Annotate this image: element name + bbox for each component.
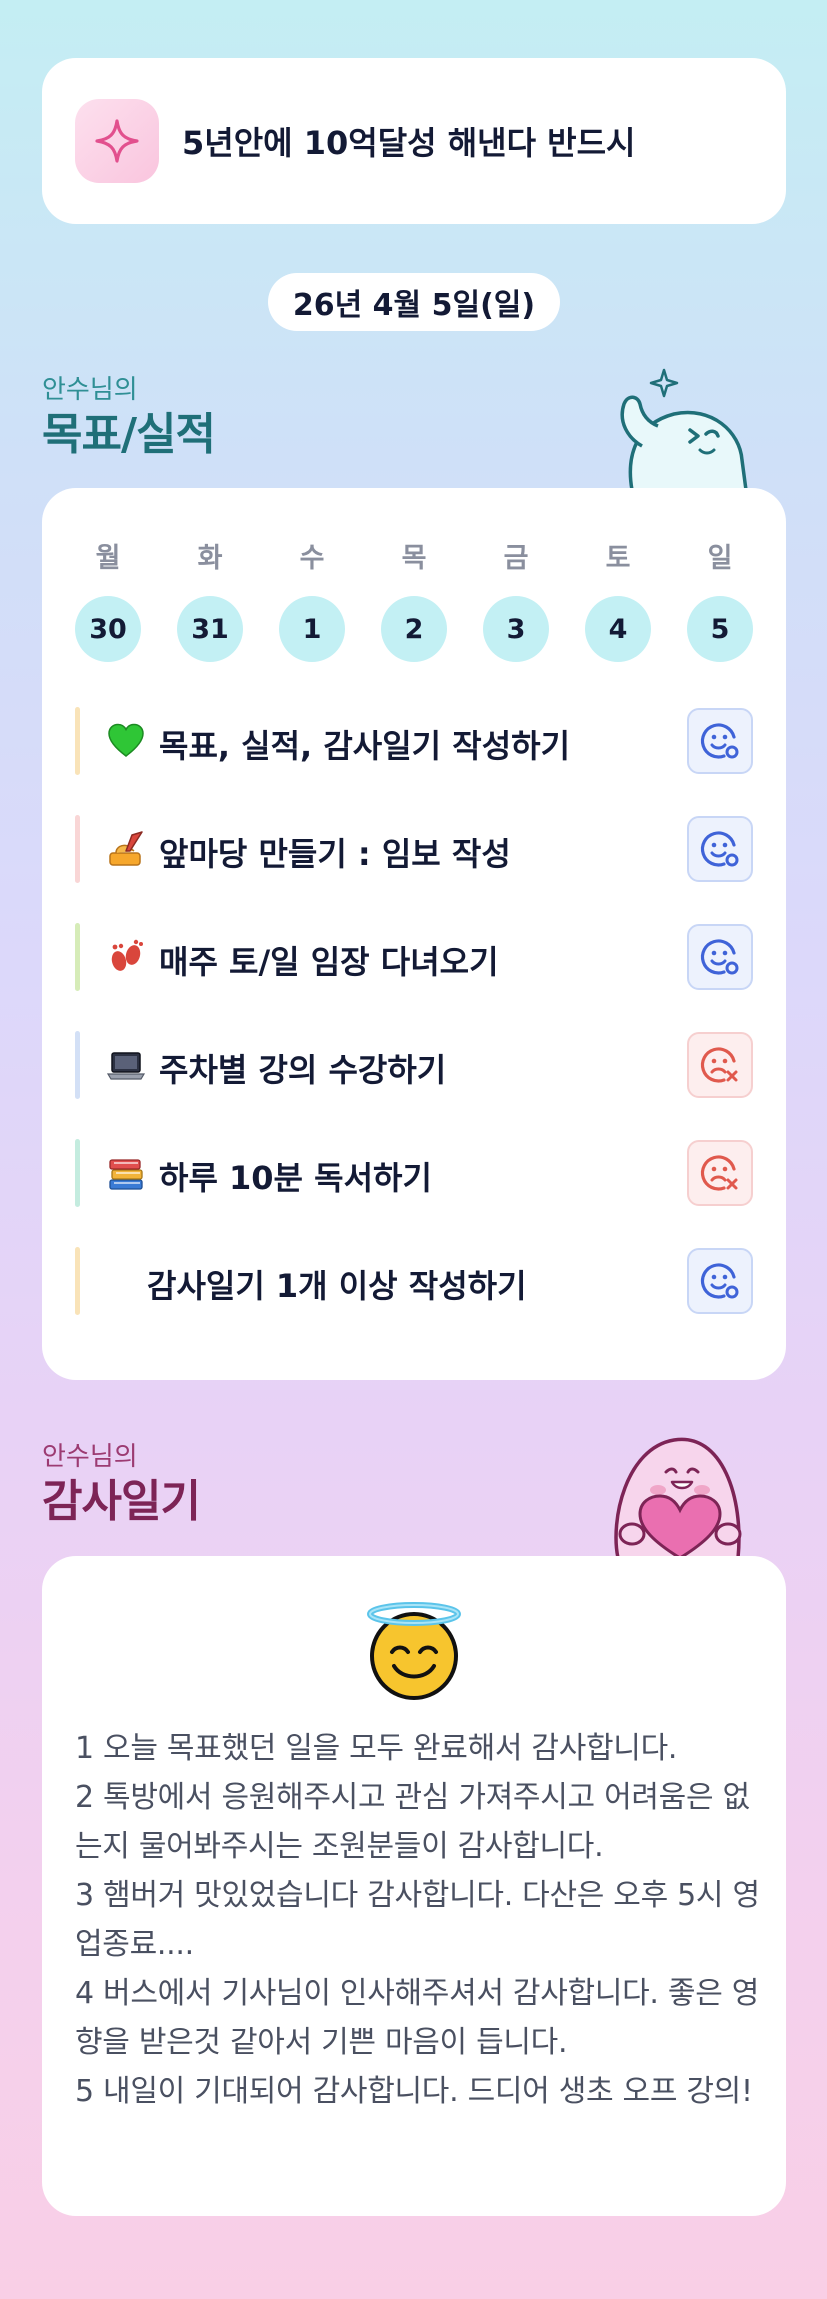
- task-label: 주차별 강의 수강하기: [159, 1051, 447, 1089]
- task-label: 하루 10분 독서하기: [159, 1159, 432, 1197]
- day-of-week-label: 월: [95, 543, 121, 574]
- day-of-week-label: 목: [401, 543, 427, 574]
- task-item: 앞마당 만들기 : 임보 작성: [75, 815, 755, 883]
- calendar-date[interactable]: 30: [75, 596, 141, 662]
- task-label: 앞마당 만들기 : 임보 작성: [159, 835, 511, 873]
- smile-check-icon: [700, 1263, 739, 1299]
- smiling-face-with-halo-icon: [367, 1602, 461, 1700]
- day-of-week-label: 일: [707, 543, 733, 574]
- calendar-date[interactable]: 3: [483, 596, 549, 662]
- gratitude-entries: 1 오늘 목표했던 일을 모두 완료해서 감사합니다. 2 톡방에서 응원해주시…: [75, 1724, 765, 2116]
- task-color-bar: [75, 815, 80, 883]
- task-color-bar: [75, 1031, 80, 1099]
- calendar-date[interactable]: 2: [381, 596, 447, 662]
- laptop-icon: [106, 1052, 146, 1080]
- task-status-done-button[interactable]: [687, 1248, 753, 1314]
- gratitude-entry: 4 버스에서 기사님이 인사해주셔서 감사합니다. 좋은 영향을 받은것 같아서…: [75, 1976, 760, 2060]
- task-status-done-button[interactable]: [687, 708, 753, 774]
- heart-character-icon: [614, 1437, 742, 1558]
- gratitude-card: 1 오늘 목표했던 일을 모두 완료해서 감사합니다. 2 톡방에서 응원해주시…: [42, 1556, 786, 2216]
- task-color-bar: [75, 923, 80, 991]
- books-icon: [109, 1159, 143, 1190]
- date-pill: 26년 4월 5일(일): [268, 273, 560, 331]
- task-item: 하루 10분 독서하기: [75, 1139, 755, 1207]
- day-of-week-label: 수: [299, 543, 325, 574]
- goal-card: 5년안에 10억달성 해낸다 반드시: [42, 58, 786, 224]
- task-status-missed-button[interactable]: [687, 1140, 753, 1206]
- task-label: 매주 토/일 임장 다녀오기: [159, 943, 499, 981]
- task-status-done-button[interactable]: [687, 924, 753, 990]
- task-label: 목표, 실적, 감사일기 작성하기: [159, 727, 571, 765]
- sad-x-icon: [700, 1155, 738, 1191]
- gratitude-entry: 1 오늘 목표했던 일을 모두 완료해서 감사합니다.: [75, 1731, 678, 1766]
- task-item: 주차별 강의 수강하기: [75, 1031, 755, 1099]
- calendar-date[interactable]: 1: [279, 596, 345, 662]
- task-status-missed-button[interactable]: [687, 1032, 753, 1098]
- task-label: 감사일기 1개 이상 작성하기: [147, 1267, 527, 1305]
- green-heart-icon: [108, 723, 144, 757]
- task-item: 매주 토/일 임장 다녀오기: [75, 923, 755, 991]
- sad-x-icon: [700, 1047, 738, 1083]
- task-color-bar: [75, 707, 80, 775]
- sparkle-icon: [75, 99, 159, 183]
- task-color-bar: [75, 1139, 80, 1207]
- goal-text: 5년안에 10억달성 해낸다 반드시: [182, 124, 636, 162]
- goals-card: 월 화 수 목 금 토 일 30 31 1 2 3 4 5 목표, 실적, 감사…: [42, 488, 786, 1380]
- calendar-date[interactable]: 5: [687, 596, 753, 662]
- gratitude-entry: 3 햄버거 맛있었습니다 감사합니다. 다산은 오후 5시 영업종료....: [75, 1878, 760, 1962]
- task-status-done-button[interactable]: [687, 816, 753, 882]
- task-item: 감사일기 1개 이상 작성하기: [75, 1247, 755, 1315]
- footprints-icon: [111, 939, 143, 971]
- smile-check-icon: [700, 723, 739, 759]
- day-of-week-label: 금: [503, 543, 529, 574]
- smile-check-icon: [700, 939, 739, 975]
- goals-section-title: 목표/실적: [42, 409, 216, 460]
- day-of-week-label: 토: [605, 543, 631, 574]
- day-of-week-label: 화: [197, 543, 223, 574]
- writing-hand-icon: [109, 831, 143, 866]
- gratitude-entry: 5 내일이 기대되어 감사합니다. 드디어 생초 오프 강의!: [75, 2074, 753, 2109]
- task-item: 목표, 실적, 감사일기 작성하기: [75, 707, 755, 775]
- task-color-bar: [75, 1247, 80, 1315]
- gratitude-entry: 2 톡방에서 응원해주시고 관심 가져주시고 어려움은 없는지 물어봐주시는 조…: [75, 1780, 750, 1864]
- calendar-date[interactable]: 31: [177, 596, 243, 662]
- smile-check-icon: [700, 831, 739, 867]
- calendar-date[interactable]: 4: [585, 596, 651, 662]
- ghost-character-icon: [620, 368, 748, 490]
- gratitude-section-title: 감사일기: [42, 1476, 201, 1527]
